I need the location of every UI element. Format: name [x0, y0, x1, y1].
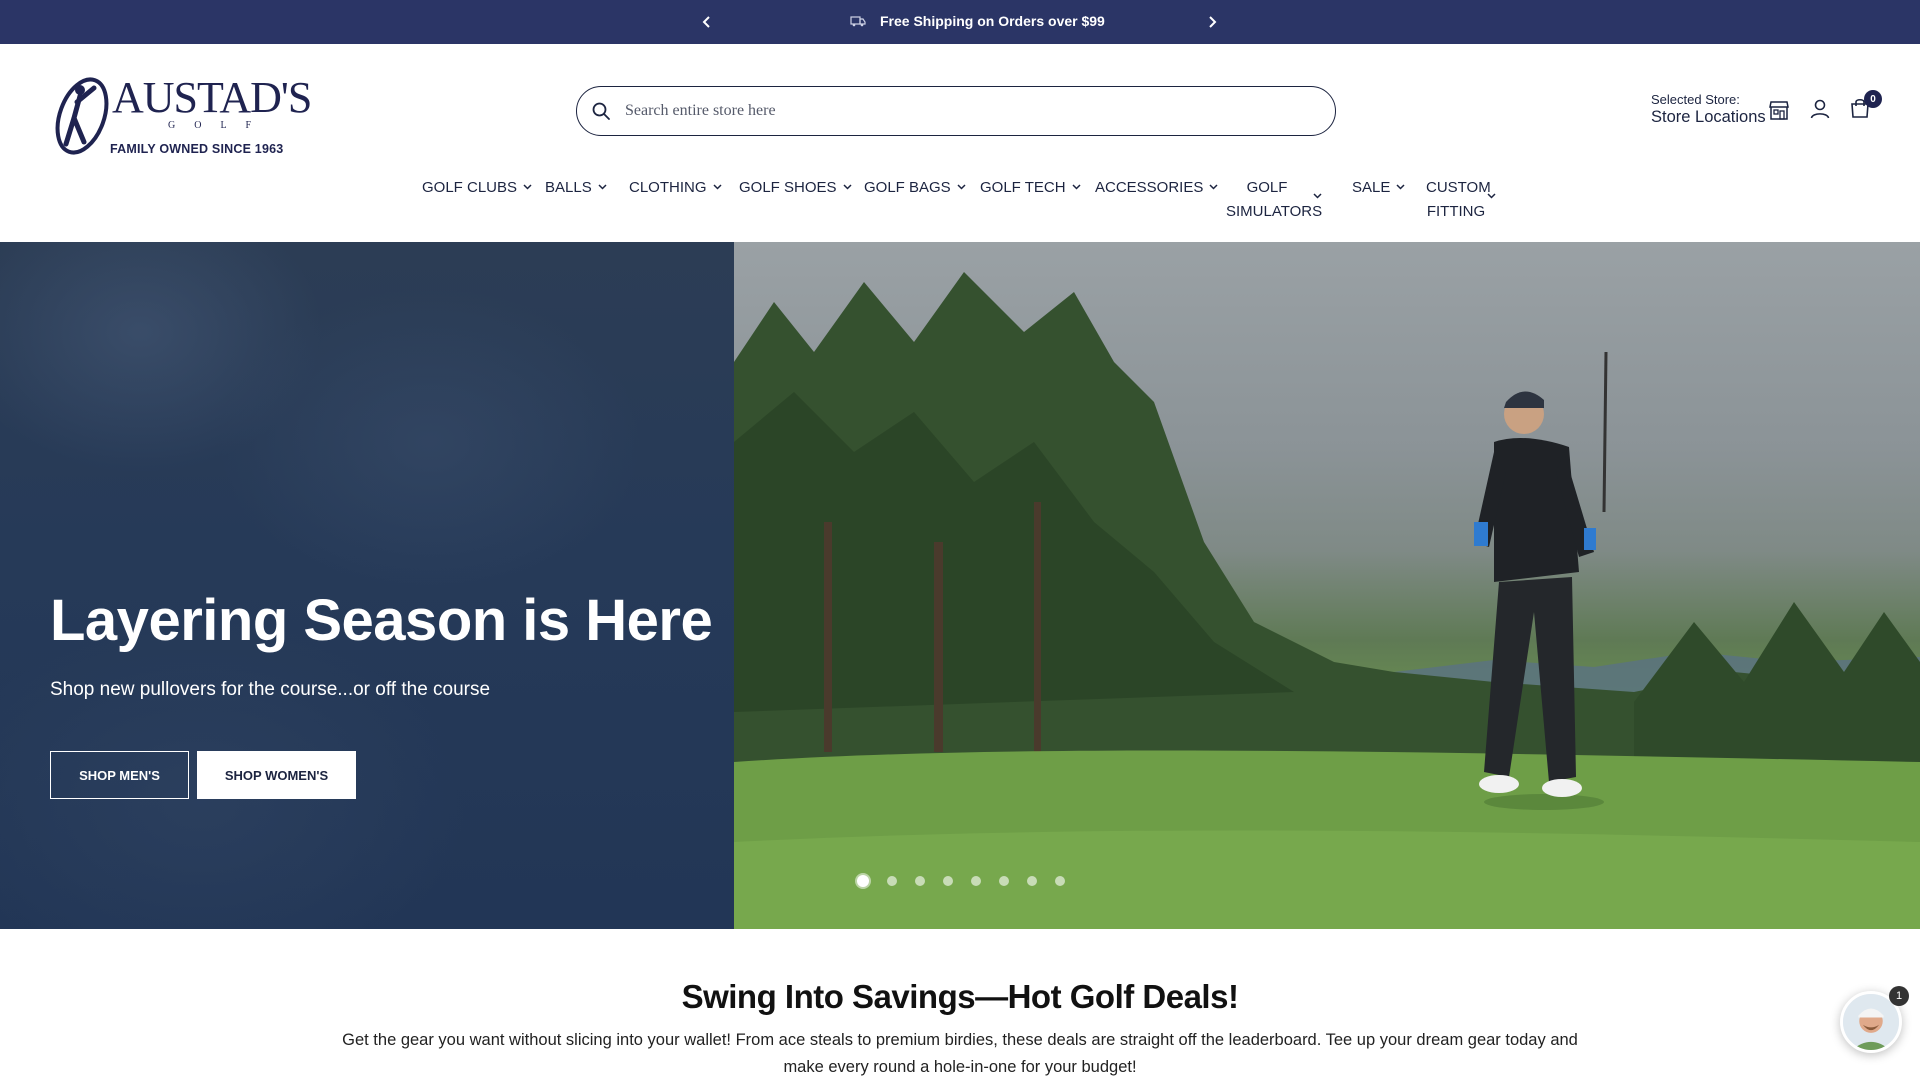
golfer-logo-icon [55, 77, 109, 155]
chevron-down-icon [1487, 193, 1496, 199]
nav-label: ACCESSORIES [1095, 179, 1204, 196]
announcement-prev-button[interactable] [695, 10, 719, 34]
nav-label: GOLF CLUBS [422, 179, 518, 196]
chevron-down-icon [523, 184, 532, 190]
truck-icon [850, 16, 866, 27]
chevron-down-icon [957, 184, 966, 190]
chevron-down-icon [1209, 184, 1218, 190]
carousel-dot[interactable] [857, 875, 869, 887]
nav-sale[interactable]: SALE [1352, 176, 1405, 200]
search-icon[interactable] [591, 101, 611, 121]
carousel-dot[interactable] [887, 876, 897, 886]
hero-title: Layering Season is Here [50, 588, 713, 653]
chat-notification-badge: 1 [1889, 986, 1909, 1006]
chevron-down-icon [598, 184, 607, 190]
hero-text-panel [0, 242, 734, 929]
nav-custom-fitting[interactable]: CUSTOM FITTING [1426, 176, 1496, 224]
nav-golf-shoes[interactable]: GOLF SHOES [739, 176, 852, 200]
carousel-dot[interactable] [943, 876, 953, 886]
announcement-bar: Free Shipping on Orders over $99 [0, 0, 1920, 44]
carousel-dots [857, 875, 1065, 887]
search-input[interactable] [625, 102, 1305, 120]
logo-brand: AUSTAD'S [112, 73, 312, 122]
nav-label: BALLS [545, 179, 592, 196]
nav-golf-clubs[interactable]: GOLF CLUBS [422, 176, 532, 200]
nav-label-line2: FITTING [1426, 203, 1486, 220]
announcement-next-button[interactable] [1200, 10, 1224, 34]
announcement-message[interactable]: Free Shipping on Orders over $99 [850, 13, 1105, 29]
nav-label-line1: CUSTOM [1426, 179, 1491, 196]
store-icon[interactable] [1766, 97, 1792, 123]
carousel-dot[interactable] [1027, 876, 1037, 886]
nav-golf-bags[interactable]: GOLF BAGS [864, 176, 966, 200]
hero-image[interactable] [734, 242, 1920, 929]
deals-text: Get the gear you want without slicing in… [342, 1031, 1578, 1076]
nav-label: CLOTHING [629, 179, 707, 196]
hero-subtitle: Shop new pullovers for the course...or o… [50, 679, 491, 700]
chevron-down-icon [712, 184, 722, 190]
account-icon[interactable] [1807, 96, 1833, 122]
main-nav: GOLF CLUBS BALLS CLOTHING GOLF SHOES GOL… [0, 172, 1920, 242]
deals-title: Swing Into Savings—Hot Golf Deals! [681, 978, 1239, 1015]
nav-label: GOLF TECH [980, 179, 1066, 196]
nav-label: SALE [1352, 179, 1391, 196]
golf-course-illustration [734, 272, 1920, 929]
logo-sub: GOLF [168, 120, 271, 131]
shop-womens-button[interactable]: SHOP WOMEN'S [197, 751, 356, 799]
chevron-down-icon [1313, 193, 1322, 199]
search-bar [576, 86, 1336, 136]
store-value: Store Locations [1651, 108, 1766, 126]
carousel-dot[interactable] [915, 876, 925, 886]
carousel-dot[interactable] [999, 876, 1009, 886]
carousel-dot[interactable] [1055, 876, 1065, 886]
cart-count-badge: 0 [1864, 90, 1882, 108]
store-label: Selected Store: [1651, 92, 1740, 107]
chevron-down-icon [1396, 184, 1405, 190]
nav-label-line1: GOLF [1246, 179, 1288, 196]
announcement-text: Free Shipping on Orders over $99 [880, 13, 1105, 29]
chevron-down-icon [843, 184, 852, 190]
nav-golf-simulators[interactable]: GOLF SIMULATORS [1226, 176, 1323, 224]
shop-mens-button[interactable]: SHOP MEN'S [50, 751, 189, 799]
chevron-left-icon [702, 16, 710, 28]
logo-tagline: FAMILY OWNED SINCE 1963 [110, 142, 284, 156]
nav-label: GOLF BAGS [864, 179, 951, 196]
nav-golf-tech[interactable]: GOLF TECH [980, 176, 1081, 200]
nav-balls[interactable]: BALLS [545, 176, 607, 200]
store-selector[interactable]: Selected Store: Store Locations [1651, 93, 1766, 126]
nav-label-line2: SIMULATORS [1226, 203, 1323, 220]
nav-clothing[interactable]: CLOTHING [629, 176, 722, 200]
hero-banner: Layering Season is Here Shop new pullove… [0, 242, 1920, 929]
carousel-dot[interactable] [971, 876, 981, 886]
nav-accessories[interactable]: ACCESSORIES [1095, 176, 1218, 200]
nav-label: GOLF SHOES [739, 179, 837, 196]
chevron-down-icon [1072, 184, 1081, 190]
chevron-right-icon [1209, 16, 1217, 28]
site-logo[interactable]: AUSTAD'S GOLF FAMILY OWNED SINCE 1963 [50, 74, 312, 160]
